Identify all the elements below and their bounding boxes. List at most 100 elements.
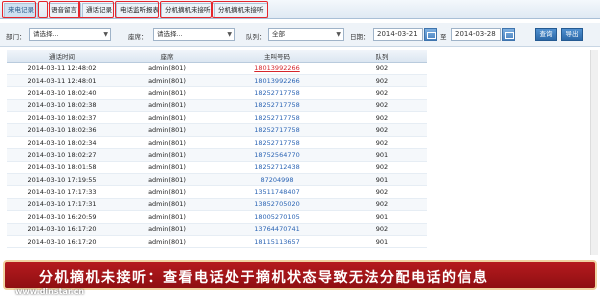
dept-select[interactable]: 请选择... ▼ bbox=[29, 28, 111, 41]
cell-queue: 902 bbox=[337, 111, 427, 125]
tab-monitor-report[interactable]: 电话监听报表 bbox=[116, 3, 163, 18]
table-row[interactable]: 2014-03-10 17:19:55 admin(801) 87204998 901 bbox=[7, 173, 427, 187]
cell-caller-number[interactable]: 18252712438 bbox=[217, 161, 337, 175]
cell-caller-number[interactable]: 18013992266 bbox=[217, 74, 337, 88]
cell-call-time: 2014-03-10 16:17:20 bbox=[7, 235, 117, 249]
cell-seat: admin(801) bbox=[117, 223, 217, 236]
seat-label: 座席： bbox=[128, 33, 148, 41]
date-label: 日期： bbox=[350, 33, 370, 41]
cell-queue: 902 bbox=[337, 99, 427, 113]
date-to-input[interactable]: 2014-03-28 bbox=[451, 28, 501, 41]
table-row[interactable]: 2014-03-10 18:02:27 admin(801) 18752564770… bbox=[7, 148, 427, 162]
column-header-queue[interactable]: 队列 bbox=[337, 50, 427, 63]
table-row[interactable]: 2014-03-11 12:48:02 admin(801) 18013992266… bbox=[7, 62, 427, 75]
dept-label: 部门： bbox=[6, 33, 26, 41]
cell-caller-number[interactable]: 18013992266 bbox=[217, 62, 337, 75]
cell-call-time: 2014-03-10 18:02:34 bbox=[7, 136, 117, 150]
cell-caller-number[interactable]: 13511748407 bbox=[217, 185, 337, 199]
column-header-time[interactable]: 通话时间 bbox=[7, 50, 117, 63]
cell-queue: 901 bbox=[337, 148, 427, 162]
cell-queue: 902 bbox=[337, 223, 427, 236]
table-row[interactable]: 2014-03-10 17:17:31 admin(801) 13852705020… bbox=[7, 198, 427, 212]
cell-seat: admin(801) bbox=[117, 173, 217, 187]
caption-banner: 分机摘机未接听：查看电话处于摘机状态导致无法分配电话的信息 bbox=[3, 260, 597, 290]
tab-incoming-calls[interactable]: 来电记录 bbox=[4, 3, 38, 18]
cell-call-time: 2014-03-11 12:48:01 bbox=[7, 74, 117, 88]
table-row[interactable]: 2014-03-10 16:20:59 admin(801) 18005270105… bbox=[7, 210, 427, 224]
cell-queue: 901 bbox=[337, 235, 427, 249]
cell-call-time: 2014-03-10 16:20:59 bbox=[7, 210, 117, 224]
calendar-icon[interactable] bbox=[424, 28, 437, 41]
table-row[interactable]: 2014-03-10 18:01:58 admin(801) 18252712438… bbox=[7, 161, 427, 175]
cell-caller-number[interactable]: 13764470741 bbox=[217, 223, 337, 236]
cell-queue: 901 bbox=[337, 210, 427, 224]
cell-call-time: 2014-03-10 17:17:31 bbox=[7, 198, 117, 212]
cell-caller-number[interactable]: 18005270105 bbox=[217, 210, 337, 224]
cell-queue: 902 bbox=[337, 136, 427, 150]
column-header-caller[interactable]: 主叫号码 bbox=[217, 50, 337, 63]
vertical-scrollbar[interactable] bbox=[590, 50, 598, 255]
cell-caller-number[interactable]: 18752564770 bbox=[217, 148, 337, 162]
column-header-seat[interactable]: 座席 bbox=[117, 50, 217, 63]
cell-seat: admin(801) bbox=[117, 86, 217, 100]
table-row[interactable]: 2014-03-10 18:02:36 admin(801) 18252717758… bbox=[7, 123, 427, 137]
cell-seat: admin(801) bbox=[117, 185, 217, 199]
table-row[interactable]: 2014-03-10 17:17:33 admin(801) 13511748407… bbox=[7, 185, 427, 199]
cell-queue: 902 bbox=[337, 198, 427, 212]
tab-offhook-unanswered-1[interactable]: 分机摘机未接听 bbox=[161, 3, 215, 18]
cell-queue: 902 bbox=[337, 185, 427, 199]
cell-caller-number[interactable]: 18252717758 bbox=[217, 123, 337, 137]
cell-caller-number[interactable]: 18252717758 bbox=[217, 111, 337, 125]
cell-seat: admin(801) bbox=[117, 62, 217, 75]
queue-label: 队列： bbox=[246, 33, 266, 41]
cell-queue: 902 bbox=[337, 123, 427, 137]
cell-call-time: 2014-03-10 16:17:20 bbox=[7, 223, 117, 236]
cell-call-time: 2014-03-10 18:02:40 bbox=[7, 86, 117, 100]
cell-seat: admin(801) bbox=[117, 198, 217, 212]
cell-queue: 902 bbox=[337, 74, 427, 88]
table-row[interactable]: 2014-03-10 16:17:20 admin(801) 13764470741… bbox=[7, 223, 427, 236]
date-from-input[interactable]: 2014-03-21 bbox=[373, 28, 423, 41]
queue-select[interactable]: 全部 ▼ bbox=[268, 28, 344, 41]
cell-call-time: 2014-03-10 18:02:36 bbox=[7, 123, 117, 137]
chevron-down-icon: ▼ bbox=[336, 31, 341, 38]
cell-seat: admin(801) bbox=[117, 99, 217, 113]
seat-select[interactable]: 请选择... ▼ bbox=[153, 28, 235, 41]
cell-caller-number[interactable]: 18252717758 bbox=[217, 99, 337, 113]
filter-bar: 部门： 请选择... ▼ 座席： 请选择... ▼ 队列： 全部 ▼ 日期： 2… bbox=[0, 23, 600, 47]
table-row[interactable]: 2014-03-10 16:17:20 admin(801) 18115113657… bbox=[7, 235, 427, 249]
tab-voicemail[interactable]: 语音留言 bbox=[47, 3, 81, 18]
cell-call-time: 2014-03-11 12:48:02 bbox=[7, 62, 117, 75]
cell-call-time: 2014-03-10 18:02:37 bbox=[7, 111, 117, 125]
cell-caller-number[interactable]: 18252717758 bbox=[217, 86, 337, 100]
table-row[interactable]: 2014-03-10 18:02:34 admin(801) 18252717758… bbox=[7, 136, 427, 150]
calendar-icon[interactable] bbox=[502, 28, 515, 41]
cell-seat: admin(801) bbox=[117, 161, 217, 175]
table-row[interactable]: 2014-03-10 18:02:37 admin(801) 18252717758… bbox=[7, 111, 427, 125]
cell-seat: admin(801) bbox=[117, 136, 217, 150]
cell-queue: 901 bbox=[337, 173, 427, 187]
cell-caller-number[interactable]: 18252717758 bbox=[217, 136, 337, 150]
cell-caller-number[interactable]: 87204998 bbox=[217, 173, 337, 187]
dept-select-value: 请选择... bbox=[33, 30, 59, 38]
cell-caller-number[interactable]: 18115113657 bbox=[217, 235, 337, 249]
table-row[interactable]: 2014-03-10 18:02:40 admin(801) 18252717758… bbox=[7, 86, 427, 100]
tab-offhook-unanswered-2[interactable]: 分机摘机未接听 bbox=[214, 3, 268, 18]
cell-caller-number[interactable]: 13852705020 bbox=[217, 198, 337, 212]
query-button[interactable]: 查询 bbox=[535, 28, 557, 41]
tab-call-records[interactable]: 通话记录 bbox=[82, 3, 116, 18]
tab-bar: 来电记录 语音留言 通话记录 电话监听报表 分机摘机未接听 分机摘机未接听 bbox=[0, 0, 600, 19]
table-row[interactable]: 2014-03-11 12:48:01 admin(801) 18013992266… bbox=[7, 74, 427, 88]
cell-seat: admin(801) bbox=[117, 210, 217, 224]
cell-seat: admin(801) bbox=[117, 148, 217, 162]
cell-seat: admin(801) bbox=[117, 235, 217, 249]
table-row[interactable]: 2014-03-10 18:02:38 admin(801) 18252717758… bbox=[7, 99, 427, 113]
queue-select-value: 全部 bbox=[272, 30, 285, 38]
watermark-text: www.dinstar.cn bbox=[15, 287, 85, 296]
export-button[interactable]: 导出 bbox=[561, 28, 583, 41]
cell-call-time: 2014-03-10 17:19:55 bbox=[7, 173, 117, 187]
cell-seat: admin(801) bbox=[117, 123, 217, 137]
records-table: 通话时间 座席 主叫号码 队列 2014-03-11 12:48:02 admin… bbox=[7, 50, 427, 249]
cell-call-time: 2014-03-10 18:02:27 bbox=[7, 148, 117, 162]
seat-select-value: 请选择... bbox=[157, 30, 183, 38]
